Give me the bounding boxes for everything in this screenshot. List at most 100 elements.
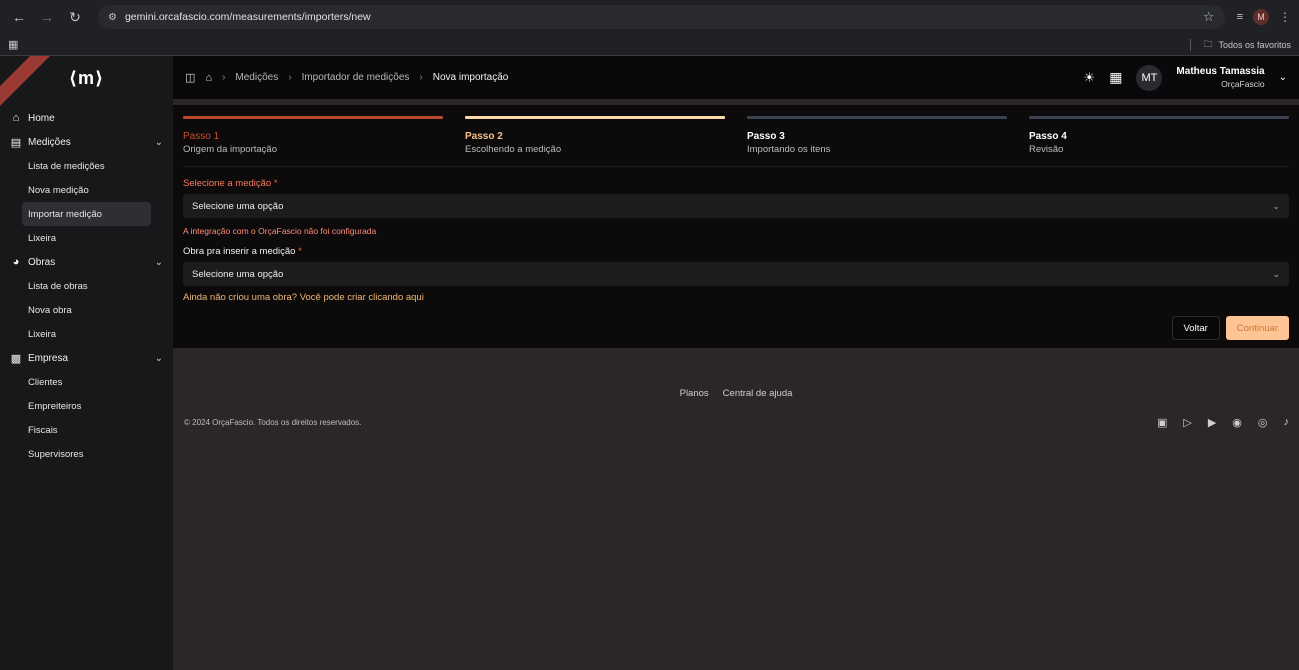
step-1-bar bbox=[183, 116, 443, 119]
home-icon: ⌂ bbox=[12, 112, 20, 124]
footer-link-planos[interactable]: Planos bbox=[680, 388, 709, 399]
sun-icon[interactable]: ☀ bbox=[1084, 70, 1096, 86]
bookmarks-bar: ▦ 🗀 Todos os favoritos bbox=[0, 34, 1299, 56]
browser-menu-icon[interactable]: ⋮ bbox=[1279, 10, 1291, 24]
media-controls-icon[interactable]: ≡ bbox=[1237, 11, 1243, 23]
step-3-description: Importando os itens bbox=[747, 144, 831, 155]
sidebar-item-medicoes[interactable]: ▤ Medições ⌄ bbox=[0, 130, 173, 154]
helmet-icon: ◕ bbox=[12, 256, 20, 268]
sidebar-subitem-clientes[interactable]: Clientes bbox=[22, 370, 151, 394]
step-1: Passo 1 Origem da importação bbox=[183, 116, 443, 156]
step-2-bar bbox=[465, 116, 725, 119]
all-bookmarks-link[interactable]: Todos os favoritos bbox=[1218, 40, 1291, 50]
measurement-select[interactable]: Selecione uma opção ⌄ bbox=[183, 194, 1289, 218]
chevron-right-icon: › bbox=[288, 72, 292, 83]
chevron-down-icon: ⌄ bbox=[1272, 200, 1280, 211]
work-select[interactable]: Selecione uma opção ⌄ bbox=[183, 262, 1289, 286]
measurement-error: A integração com o OrçaFascio não foi co… bbox=[183, 226, 377, 236]
apps-grid-icon[interactable]: ▦ bbox=[8, 38, 18, 51]
step-1-number: Passo 1 bbox=[183, 131, 220, 142]
sidebar-subitem-importar-medicao[interactable]: Importar medição bbox=[22, 202, 151, 226]
continue-button[interactable]: Continuar bbox=[1225, 316, 1289, 340]
sidebar-item-empresa[interactable]: ▩ Empresa ⌄ bbox=[0, 346, 173, 370]
chevron-down-icon: ⌄ bbox=[154, 352, 163, 364]
chevron-right-icon: › bbox=[222, 72, 226, 83]
facebook-icon[interactable]: ◉ bbox=[1232, 416, 1242, 429]
measurement-select-value: Selecione uma opção bbox=[192, 200, 284, 212]
topbar: ◫ ⌂ › Medições › Importador de medições … bbox=[173, 56, 1299, 99]
copyright: © 2024 OrçaFascio. Todos os direitos res… bbox=[184, 418, 362, 427]
wizard-actions: Voltar Continuar bbox=[183, 316, 1289, 340]
required-asterisk: * bbox=[273, 178, 278, 189]
avatar[interactable]: MT bbox=[1136, 64, 1163, 91]
apps-grid-icon[interactable]: ▦ bbox=[1109, 69, 1122, 86]
browser-toolbar: ← → ↻ ⚙ gemini.orcafascio.com/measuremen… bbox=[0, 0, 1299, 34]
sidebar-toggle-icon[interactable]: ◫ bbox=[185, 71, 195, 84]
sidebar-subitem-lixeira-medicoes[interactable]: Lixeira bbox=[22, 226, 151, 250]
sidebar-item-obras[interactable]: ◕ Obras ⌄ bbox=[0, 250, 173, 274]
back-button[interactable]: Voltar bbox=[1171, 316, 1220, 340]
sidebar-menu: ⌂ Home ▤ Medições ⌄ Lista de medições No… bbox=[0, 100, 173, 466]
profile-avatar[interactable]: M bbox=[1253, 9, 1269, 25]
play-icon[interactable]: ▷ bbox=[1183, 416, 1191, 429]
reload-icon[interactable]: ↻ bbox=[64, 6, 86, 28]
sidebar-item-home[interactable]: ⌂ Home bbox=[0, 106, 173, 130]
bookmark-star-icon[interactable]: ☆ bbox=[1203, 9, 1215, 25]
instagram-icon[interactable]: ◎ bbox=[1258, 416, 1268, 429]
stepper: Passo 1 Origem da importação Passo 2 Esc… bbox=[183, 105, 1289, 167]
sidebar-subitem-lista-medicoes[interactable]: Lista de medições bbox=[22, 154, 151, 178]
sidebar-subitem-fiscais[interactable]: Fiscais bbox=[22, 418, 151, 442]
linkedin-icon[interactable]: ▣ bbox=[1157, 416, 1167, 429]
work-select-value: Selecione uma opção bbox=[192, 268, 284, 280]
work-label: Obra pra inserir a medição * bbox=[183, 246, 1289, 257]
footer-links: Planos Central de ajuda bbox=[173, 388, 1299, 399]
site-settings-icon[interactable]: ⚙ bbox=[108, 12, 117, 23]
tiktok-icon[interactable]: ♪ bbox=[1284, 416, 1290, 429]
sidebar-subitem-empreiteiros[interactable]: Empreiteiros bbox=[22, 394, 151, 418]
step-2-number: Passo 2 bbox=[465, 131, 503, 142]
step-4-description: Revisão bbox=[1029, 144, 1064, 155]
work-label-text: Obra pra inserir a medição bbox=[183, 246, 296, 257]
url-text[interactable]: gemini.orcafascio.com/measurements/impor… bbox=[125, 11, 1195, 23]
main-area: ◫ ⌂ › Medições › Importador de medições … bbox=[173, 56, 1299, 670]
step-2-description: Escolhendo a medição bbox=[465, 144, 562, 155]
sidebar-subitem-supervisores[interactable]: Supervisores bbox=[22, 442, 151, 466]
breadcrumb-importador[interactable]: Importador de medições bbox=[302, 72, 410, 83]
home-icon[interactable]: ⌂ bbox=[205, 72, 212, 84]
step-2: Passo 2 Escolhendo a medição bbox=[465, 116, 725, 156]
sidebar-item-label: Obras bbox=[28, 256, 56, 268]
step-4: Passo 4 Revisão bbox=[1029, 116, 1289, 156]
sidebar-subitem-lixeira-obras[interactable]: Lixeira bbox=[22, 322, 151, 346]
social-links: ▣ ▷ ▶ ◉ ◎ ♪ bbox=[1157, 416, 1289, 429]
sidebar-subitem-nova-medicao[interactable]: Nova medição bbox=[22, 178, 151, 202]
user-info[interactable]: Matheus Tamassia OrçaFascio bbox=[1176, 66, 1264, 90]
chevron-down-icon: ⌄ bbox=[154, 256, 163, 268]
sidebar-subitem-lista-obras[interactable]: Lista de obras bbox=[22, 274, 151, 298]
youtube-icon[interactable]: ▶ bbox=[1208, 416, 1216, 429]
measurement-label: Selecione a medição * bbox=[183, 178, 1289, 189]
back-arrow-icon[interactable]: ← bbox=[8, 6, 30, 28]
forward-arrow-icon[interactable]: → bbox=[36, 6, 58, 28]
step-3-number: Passo 3 bbox=[747, 131, 785, 142]
step-4-bar bbox=[1029, 116, 1289, 119]
address-bar[interactable]: ⚙ gemini.orcafascio.com/measurements/imp… bbox=[98, 5, 1225, 29]
chevron-down-icon[interactable]: ⌄ bbox=[1279, 72, 1287, 83]
app: ⟨m⟩ ⌂ Home ▤ Medições ⌄ Lista de mediçõe… bbox=[0, 56, 1299, 670]
step-4-number: Passo 4 bbox=[1029, 131, 1067, 142]
footer-link-ajuda[interactable]: Central de ajuda bbox=[723, 388, 793, 399]
sidebar-subitem-nova-obra[interactable]: Nova obra bbox=[22, 298, 151, 322]
measurement-label-text: Selecione a medição bbox=[183, 178, 272, 189]
step-1-description: Origem da importação bbox=[183, 144, 277, 155]
chevron-down-icon: ⌄ bbox=[1272, 268, 1280, 279]
bookmarks-divider bbox=[1190, 38, 1192, 51]
sidebar-item-label: Medições bbox=[28, 136, 71, 148]
step-3: Passo 3 Importando os itens bbox=[747, 116, 1007, 156]
breadcrumb-current: Nova importação bbox=[432, 72, 509, 83]
chevron-down-icon: ⌄ bbox=[154, 136, 163, 148]
chevron-right-icon: › bbox=[419, 72, 423, 83]
building-icon: ▩ bbox=[10, 352, 22, 365]
create-work-link[interactable]: Ainda não criou uma obra? Você pode cria… bbox=[183, 292, 1289, 303]
breadcrumb-medicoes[interactable]: Medições bbox=[235, 72, 278, 83]
user-name: Matheus Tamassia bbox=[1176, 65, 1265, 77]
sidebar: ⟨m⟩ ⌂ Home ▤ Medições ⌄ Lista de mediçõe… bbox=[0, 56, 173, 670]
